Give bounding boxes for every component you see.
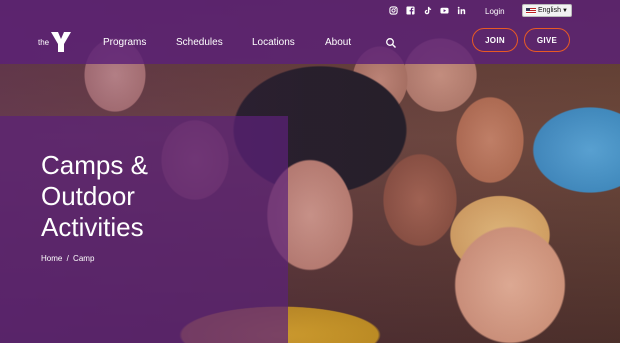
breadcrumb: Home / Camp [41, 254, 94, 263]
linkedin-icon[interactable] [457, 6, 466, 15]
y-logo-icon [51, 32, 72, 52]
ymca-logo[interactable]: the [38, 31, 72, 53]
title-line-3: Activities [41, 212, 144, 242]
nav-programs[interactable]: Programs [103, 37, 146, 48]
join-button[interactable]: JOIN [472, 28, 518, 52]
nav-schedules[interactable]: Schedules [176, 37, 223, 48]
nav-locations[interactable]: Locations [252, 37, 295, 48]
title-line-1: Camps & [41, 150, 148, 180]
us-flag-icon [526, 7, 536, 14]
logo-the-text: the [38, 37, 50, 47]
nav-about[interactable]: About [325, 37, 351, 48]
breadcrumb-separator: / [66, 254, 69, 263]
breadcrumb-home[interactable]: Home [41, 254, 62, 263]
chevron-down-icon: ▼ [562, 7, 568, 14]
language-select[interactable]: English ▼ [522, 4, 572, 17]
login-link[interactable]: Login [485, 7, 505, 16]
search-icon[interactable] [385, 37, 397, 49]
title-line-2: Outdoor [41, 181, 135, 211]
language-value: English [538, 7, 561, 14]
youtube-icon[interactable] [440, 6, 449, 15]
tiktok-icon[interactable] [423, 6, 432, 15]
page-title: Camps & Outdoor Activities [41, 150, 271, 243]
breadcrumb-current: Camp [73, 254, 95, 263]
facebook-icon[interactable] [406, 6, 415, 15]
give-button[interactable]: GIVE [524, 28, 570, 52]
instagram-icon[interactable] [389, 6, 398, 15]
